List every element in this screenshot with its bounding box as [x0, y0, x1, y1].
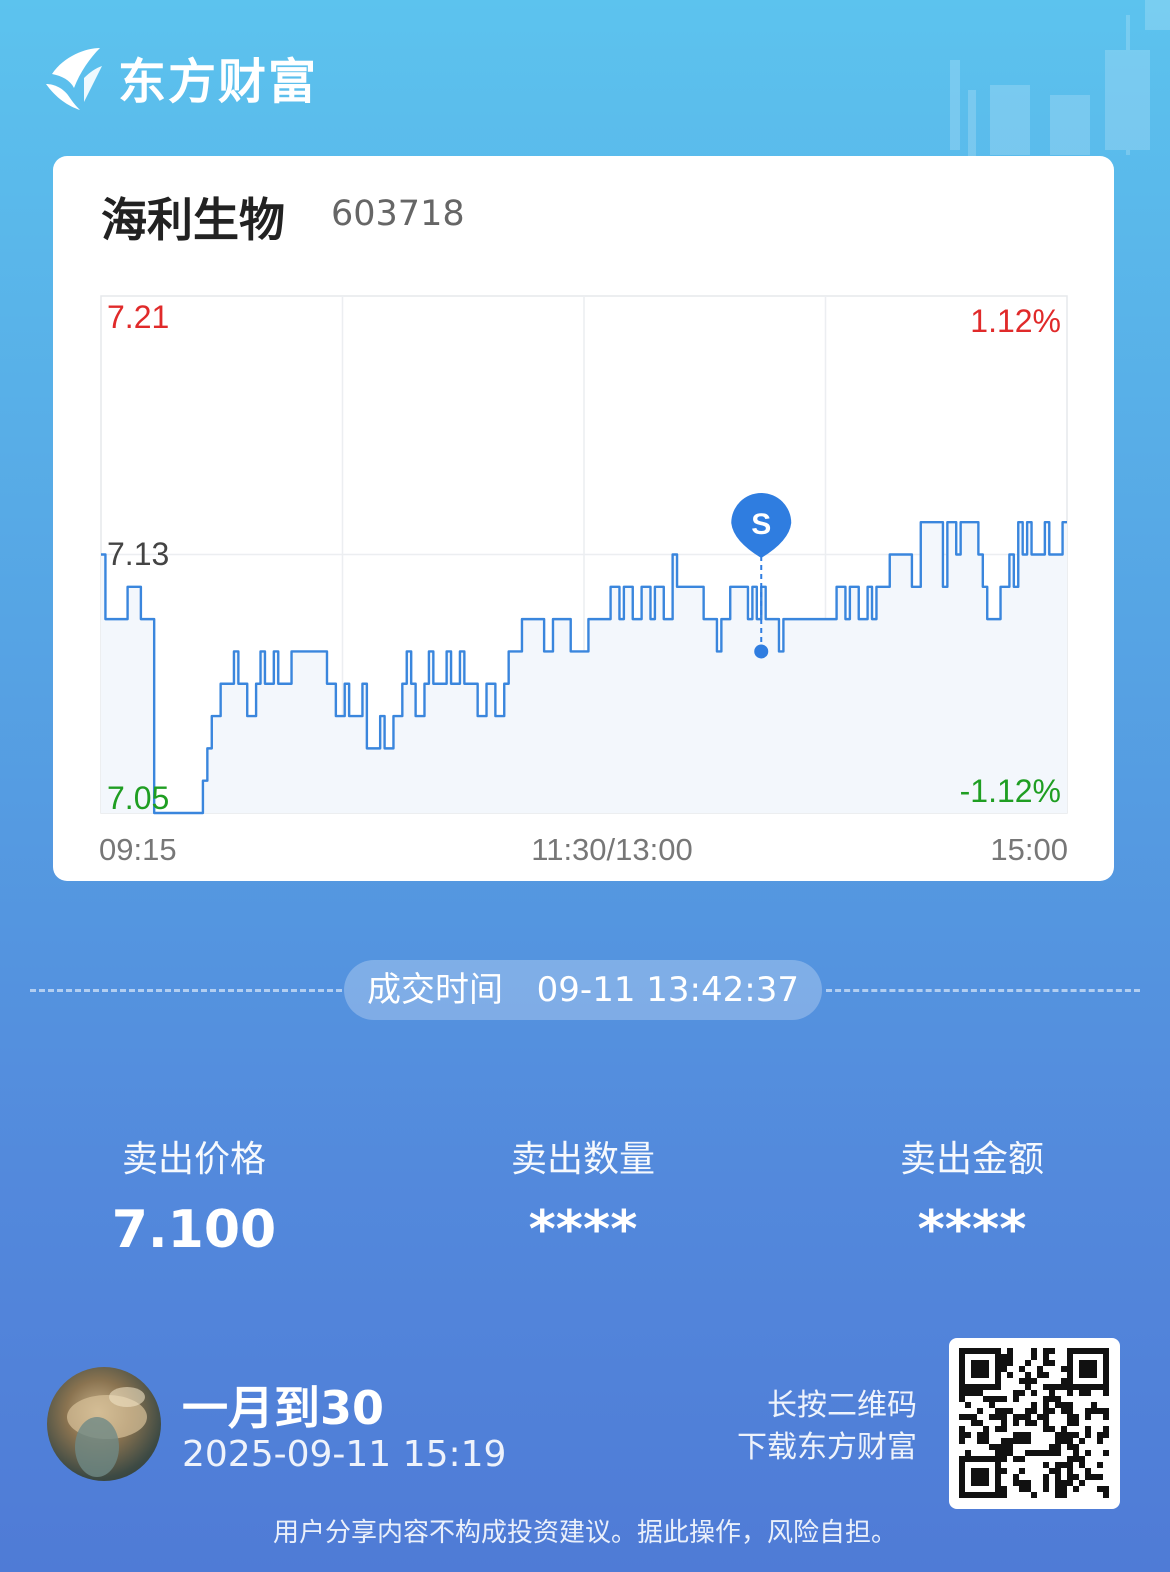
divider-right [826, 989, 1140, 992]
eastmoney-logo-icon [46, 48, 102, 110]
intraday-chart-svg: S 7.21 7.13 7.05 1.12% -1.12% 09:15 11:30/13:00… [99, 295, 1068, 867]
x-label-midday: 11:30/13:00 [531, 832, 692, 867]
x-label-close: 15:00 [990, 832, 1068, 867]
stat-label: 卖出数量 [510, 1139, 655, 1180]
trade-time-label: 成交时间 [367, 970, 504, 1010]
trade-time-value: 09-11 13:42:37 [536, 970, 799, 1010]
y-label-top: 7.21 [107, 299, 169, 335]
avatar-image [67, 1387, 147, 1477]
y-label-bottom: 7.05 [107, 780, 169, 816]
stat-value: **** [528, 1200, 638, 1260]
stat-value: **** [917, 1200, 1027, 1260]
decorative-candles [950, 0, 1170, 160]
stock-name: 海利生物 [101, 193, 285, 247]
stat-label: 卖出金额 [899, 1139, 1044, 1180]
pct-label-top: 1.12% [970, 303, 1061, 339]
disclaimer: 用户分享内容不构成投资建议。据此操作，风险自担。 [272, 1518, 897, 1548]
brand-name: 东方财富 [118, 54, 319, 110]
qr-code-icon [959, 1348, 1109, 1498]
stock-code: 603718 [331, 194, 465, 234]
chart-card: S 7.21 7.13 7.05 1.12% -1.12% 09:15 11:30/13:00… [53, 156, 1114, 881]
stat-sell-quantity: 卖出数量 **** [433, 1130, 733, 1260]
stat-value: 7.100 [111, 1200, 277, 1260]
y-label-mid: 7.13 [107, 536, 169, 572]
user-name: 一月到30 [182, 1381, 385, 1435]
stat-sell-amount: 卖出金额 **** [822, 1130, 1122, 1260]
intraday-chart[interactable]: S 7.21 7.13 7.05 1.12% -1.12% 09:15 11:30/13:00… [53, 156, 1114, 881]
share-time: 2025-09-11 15:19 [182, 1434, 507, 1475]
avatar[interactable] [47, 1367, 161, 1481]
brand-logo: 东方财富 [44, 42, 318, 112]
qr-hint-line2: 下载东方财富 [737, 1430, 917, 1465]
divider-left [30, 989, 342, 992]
download-qr-code[interactable] [949, 1338, 1120, 1509]
stat-sell-price: 卖出价格 7.100 [44, 1130, 344, 1260]
stat-label: 卖出价格 [121, 1139, 266, 1180]
trade-marker-dot [754, 644, 769, 659]
qr-hint: 长按二维码 下载东方财富 [737, 1385, 917, 1469]
qr-hint-line1: 长按二维码 [767, 1388, 917, 1423]
trade-time-pill: 成交时间 09-11 13:42:37 [344, 960, 822, 1020]
sell-marker-label: S [751, 508, 771, 541]
pct-label-bottom: -1.12% [960, 773, 1061, 809]
x-label-open: 09:15 [99, 832, 177, 867]
